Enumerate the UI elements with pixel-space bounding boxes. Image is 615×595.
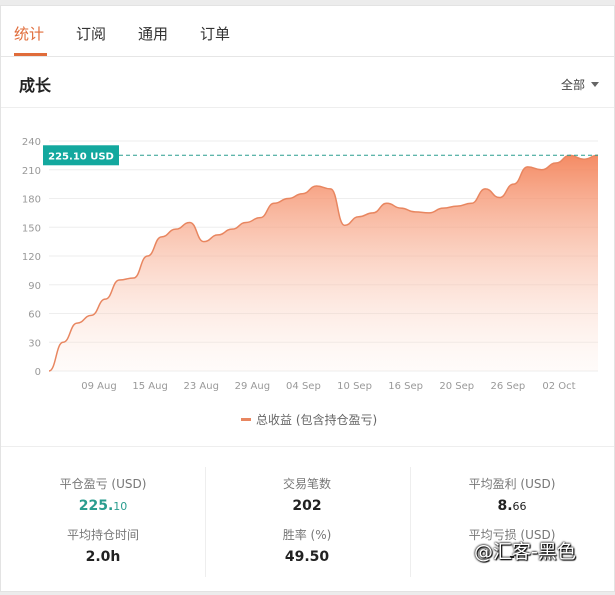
tab-subscribe[interactable]: 订阅: [76, 23, 106, 44]
y-tick-label: 0: [35, 367, 41, 378]
trade-count-label: 交易笔数: [282, 477, 331, 491]
x-tick-label: 16 Sep: [388, 381, 423, 392]
y-tick-label: 90: [28, 281, 41, 292]
win-rate-stat: 胜率 (%) 49.50: [205, 526, 409, 565]
x-tick-label: 29 Aug: [235, 381, 270, 392]
x-tick-label: 23 Aug: [184, 381, 219, 392]
chart-legend[interactable]: 总收益 (包含持仓盈亏): [241, 411, 377, 428]
avg-profit-dec: 66: [512, 500, 527, 513]
stats-panel: 统计 订阅 通用 订单 成长 全部 0 30 60 90 120 150 180 210 240…: [0, 5, 615, 592]
avg-hold-time-label: 平均持仓时间: [66, 528, 139, 542]
growth-header: 成长 全部: [1, 57, 614, 108]
avg-profit-value: 8.66: [410, 498, 614, 514]
avg-hold-time-value: 2.0h: [85, 549, 121, 565]
avg-profit-stat: 平均盈利 (USD) 8.66: [410, 475, 614, 514]
growth-chart: 0 30 60 90 120 150 180 210 240 09 Aug 15 Aug 23 Aug…: [22, 137, 599, 392]
y-tick-label: 240: [22, 137, 41, 148]
stats-column-3: 平均盈利 (USD) 8.66 平均亏损 (USD) -: [410, 447, 614, 592]
y-tick-label: 120: [22, 252, 41, 263]
avg-hold-time-stat: 平均持仓时间 2.0h: [1, 526, 205, 565]
legend-label: 总收益 (包含持仓盈亏): [256, 413, 378, 427]
stats-column-1: 平仓盈亏 (USD) 225.10 平均持仓时间 2.0h: [1, 447, 205, 592]
avg-profit-int: 8.: [497, 498, 513, 514]
tab-statistics[interactable]: 统计: [14, 23, 44, 44]
current-value-label: 225.10 USD: [48, 151, 114, 162]
closed-pnl-stat: 平仓盈亏 (USD) 225.10: [1, 475, 205, 514]
closed-pnl-int: 225.: [78, 498, 114, 514]
trade-count-stat: 交易笔数 202: [205, 475, 409, 514]
stats-summary: 平仓盈亏 (USD) 225.10 平均持仓时间 2.0h 交易笔数 202 胜…: [1, 446, 614, 592]
x-tick-label: 26 Sep: [491, 381, 526, 392]
y-tick-label: 150: [22, 223, 41, 234]
legend-swatch: [241, 418, 251, 421]
tab-general[interactable]: 通用: [138, 23, 168, 44]
tab-bar: 统计 订阅 通用 订单: [1, 6, 614, 57]
watermark-text: @汇客-黑色: [474, 541, 576, 563]
closed-pnl-dec: 10: [113, 500, 128, 513]
range-label: 全部: [560, 78, 585, 92]
x-tick-label: 20 Sep: [439, 381, 474, 392]
y-tick-label: 60: [28, 310, 41, 321]
tab-orders[interactable]: 订单: [200, 23, 230, 44]
avg-profit-label: 平均盈利 (USD): [468, 477, 556, 491]
win-rate-value: 49.50: [284, 549, 330, 565]
range-dropdown[interactable]: 全部: [561, 76, 599, 93]
closed-pnl-label: 平仓盈亏 (USD): [59, 477, 147, 491]
y-tick-label: 180: [22, 195, 41, 206]
y-tick-label: 30: [28, 338, 41, 349]
section-title: 成长: [19, 76, 52, 95]
chevron-down-icon: [591, 82, 599, 87]
x-tick-label: 02 Oct: [542, 381, 575, 392]
stats-column-2: 交易笔数 202 胜率 (%) 49.50: [205, 447, 409, 592]
x-tick-label: 15 Aug: [132, 381, 167, 392]
y-tick-label: 210: [22, 166, 41, 177]
active-tab-indicator: [14, 53, 47, 56]
closed-pnl-value: 225.10: [1, 498, 205, 514]
x-tick-label: 09 Aug: [81, 381, 116, 392]
x-tick-label: 04 Sep: [286, 381, 321, 392]
win-rate-label: 胜率 (%): [282, 528, 332, 542]
trade-count-value: 202: [292, 498, 322, 514]
x-tick-label: 10 Sep: [337, 381, 372, 392]
